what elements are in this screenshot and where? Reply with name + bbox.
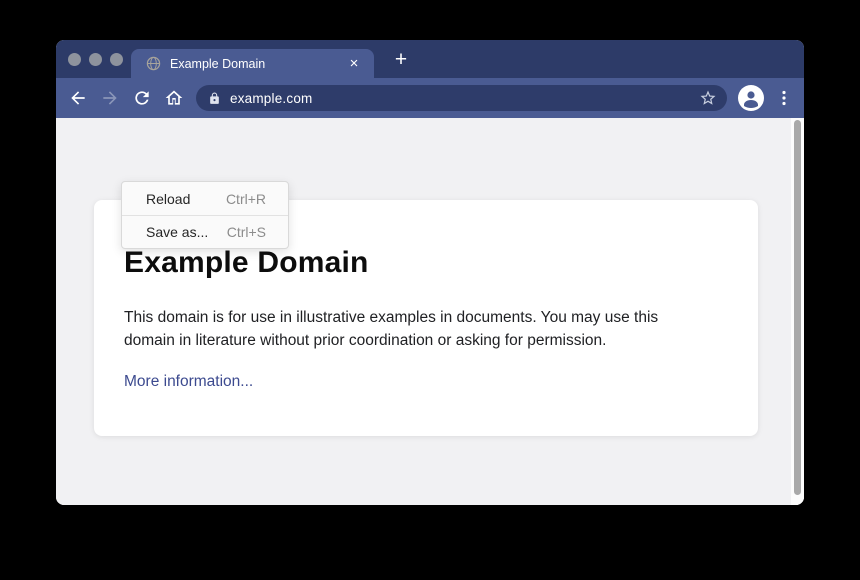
- arrow-left-icon: [68, 88, 88, 108]
- bookmark-star-icon[interactable]: [699, 89, 717, 107]
- window-close-button[interactable]: [68, 53, 81, 66]
- menu-item-shortcut: Ctrl+S: [227, 224, 266, 240]
- globe-favicon-icon: [146, 56, 161, 71]
- page-title: Example Domain: [124, 246, 728, 280]
- refresh-icon: [132, 88, 152, 108]
- profile-avatar-icon[interactable]: [738, 85, 764, 111]
- paragraph-line: domain in literature without prior coord…: [124, 329, 728, 352]
- forward-button[interactable]: [99, 87, 121, 109]
- menu-item-label: Save as...: [146, 224, 227, 240]
- home-icon: [164, 88, 184, 108]
- scrollbar-thumb[interactable]: [794, 120, 801, 495]
- tab-title: Example Domain: [170, 57, 346, 71]
- context-menu-item-save-as[interactable]: Save as... Ctrl+S: [122, 215, 288, 248]
- tab-close-icon[interactable]: ×: [346, 56, 362, 71]
- home-button[interactable]: [163, 87, 185, 109]
- context-menu-item-reload[interactable]: Reload Ctrl+R: [122, 182, 288, 215]
- more-information-link[interactable]: More information...: [124, 373, 253, 391]
- address-bar[interactable]: example.com: [196, 85, 727, 111]
- context-menu: Reload Ctrl+R Save as... Ctrl+S: [121, 181, 289, 249]
- reload-button[interactable]: [131, 87, 153, 109]
- page-paragraph: This domain is for use in illustrative e…: [124, 306, 728, 352]
- page-viewport: Reload Ctrl+R Save as... Ctrl+S Example …: [56, 118, 804, 505]
- menu-item-label: Reload: [146, 191, 226, 207]
- window-zoom-button[interactable]: [110, 53, 123, 66]
- browser-window: Example Domain × +: [56, 40, 804, 505]
- padlock-icon: [208, 92, 221, 105]
- back-button[interactable]: [67, 87, 89, 109]
- tab-example-domain[interactable]: Example Domain ×: [131, 49, 374, 78]
- url-text[interactable]: example.com: [230, 91, 699, 106]
- window-minimize-button[interactable]: [89, 53, 102, 66]
- scrollbar-track[interactable]: [791, 118, 804, 505]
- traffic-lights: [68, 53, 123, 66]
- overflow-menu-icon[interactable]: [775, 89, 793, 107]
- title-bar: Example Domain × +: [56, 40, 804, 78]
- navigation-toolbar: example.com: [56, 78, 804, 118]
- menu-item-shortcut: Ctrl+R: [226, 191, 266, 207]
- new-tab-button[interactable]: +: [388, 47, 414, 73]
- paragraph-line: This domain is for use in illustrative e…: [124, 306, 728, 329]
- arrow-right-icon: [100, 88, 120, 108]
